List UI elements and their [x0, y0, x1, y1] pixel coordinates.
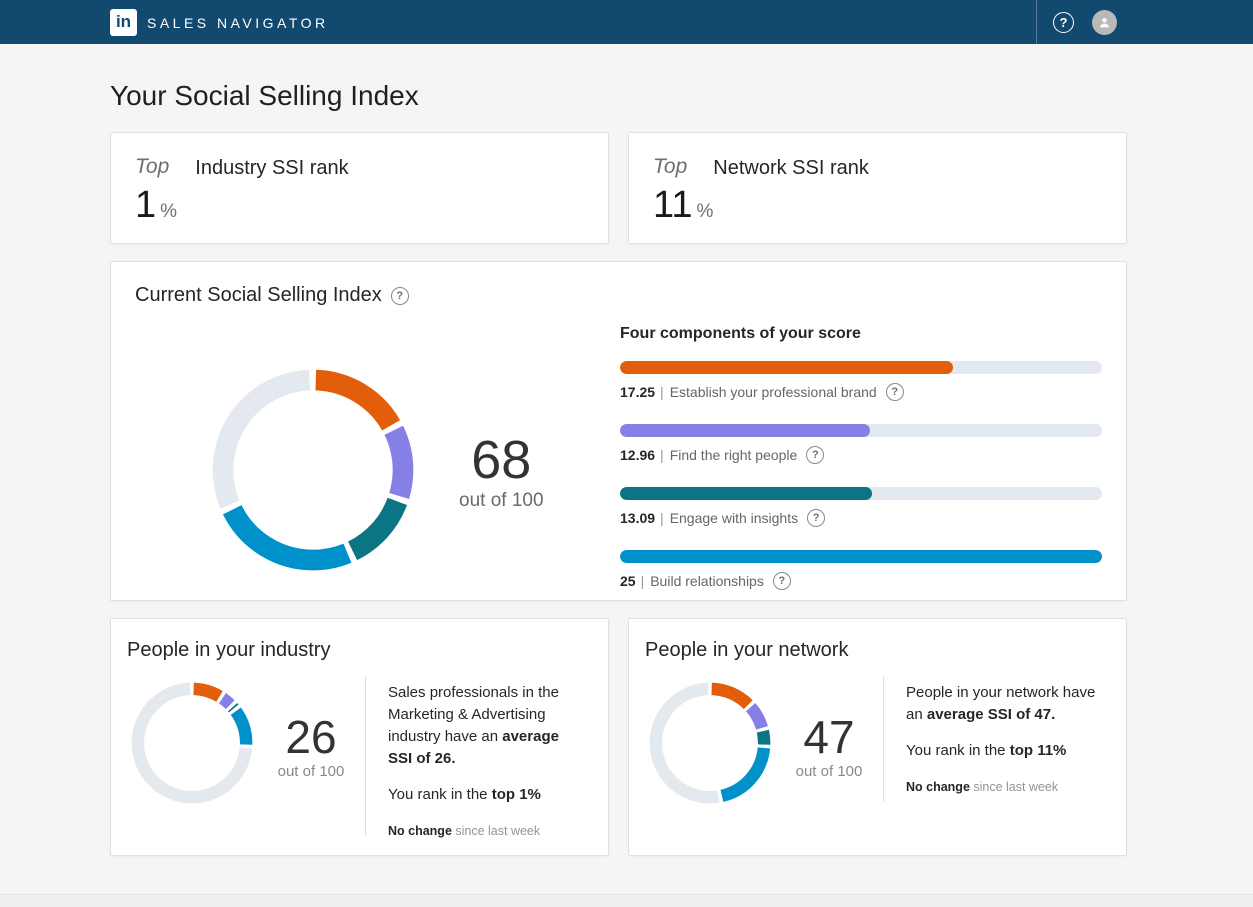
navbar-actions: ? — [1036, 0, 1253, 44]
component-value: 17.25 — [620, 384, 655, 400]
industry-card: People in your industry 26 out of 100 Sa… — [110, 618, 609, 856]
page-content: Your Social Selling Index Top Industry S… — [0, 44, 1253, 856]
network-rank-text: You rank in the — [906, 742, 1010, 759]
bar-track — [620, 361, 1102, 374]
top-label: Top — [135, 155, 169, 180]
current-ssi-title: Current Social Selling Index — [135, 284, 382, 307]
network-donut-chart — [645, 678, 775, 808]
score-components-section: Four components of your score 17.25 | Es… — [620, 311, 1102, 613]
industry-rank-title: Industry SSI rank — [195, 157, 584, 180]
ssi-score: 68 — [459, 432, 544, 489]
network-score: 47 — [775, 714, 883, 760]
component-label: Engage with insights — [670, 510, 798, 526]
footer-divider — [0, 894, 1253, 907]
industry-out-of-label: out of 100 — [257, 763, 365, 780]
help-glyph: ? — [1060, 15, 1068, 30]
bar-track — [620, 487, 1102, 500]
component-value: 12.96 — [620, 447, 655, 463]
help-icon[interactable]: ? — [773, 572, 791, 590]
avatar[interactable] — [1092, 10, 1117, 35]
industry-rank-text: You rank in the — [388, 786, 492, 803]
ssi-donut-chart — [205, 362, 421, 578]
industry-score: 26 — [257, 714, 365, 760]
current-ssi-card: Current Social Selling Index ? 68 out of… — [110, 261, 1127, 601]
component-label: Find the right people — [670, 447, 798, 463]
network-rank-unit: % — [696, 201, 713, 223]
component-people: 12.96 | Find the right people ? — [620, 424, 1102, 464]
person-icon — [1098, 16, 1111, 29]
help-icon[interactable]: ? — [806, 446, 824, 464]
network-card-title: People in your network — [645, 639, 848, 662]
help-icon[interactable]: ? — [391, 287, 409, 305]
bar-track — [620, 550, 1102, 563]
separator: | — [641, 573, 645, 589]
sales-navigator-logo[interactable]: in SALES NAVIGATOR — [110, 9, 329, 36]
bar-fill-insights — [620, 487, 872, 500]
network-out-of-label: out of 100 — [775, 763, 883, 780]
ssi-out-of-label: out of 100 — [459, 490, 544, 512]
linkedin-logo-icon: in — [110, 9, 137, 36]
components-title: Four components of your score — [620, 325, 1102, 343]
page-title: Your Social Selling Index — [110, 80, 1127, 112]
component-value: 13.09 — [620, 510, 655, 526]
help-icon[interactable]: ? — [1053, 12, 1074, 33]
component-value: 25 — [620, 573, 636, 589]
network-rank-card: Top Network SSI rank 11 % — [628, 132, 1127, 244]
help-glyph: ? — [778, 575, 785, 587]
bar-track — [620, 424, 1102, 437]
industry-change-bold: No change — [388, 824, 452, 838]
help-icon[interactable]: ? — [886, 383, 904, 401]
top-navbar: in SALES NAVIGATOR ? — [0, 0, 1253, 44]
separator: | — [660, 384, 664, 400]
help-icon[interactable]: ? — [807, 509, 825, 527]
industry-donut-chart — [127, 678, 257, 808]
help-glyph: ? — [813, 512, 820, 524]
component-relationships: 25 | Build relationships ? — [620, 550, 1102, 590]
network-change-rest: since last week — [970, 780, 1058, 794]
component-label: Build relationships — [650, 573, 764, 589]
industry-rank-bold: top 1% — [492, 786, 541, 803]
industry-card-title: People in your industry — [127, 639, 330, 662]
bar-fill-brand — [620, 361, 953, 374]
brand-name: SALES NAVIGATOR — [147, 15, 329, 31]
industry-change-rest: since last week — [452, 824, 540, 838]
industry-rank-card: Top Industry SSI rank 1 % — [110, 132, 609, 244]
industry-summary: Sales professionals in the Marketing & A… — [366, 674, 592, 842]
network-rank-value: 11 — [653, 184, 692, 227]
bar-fill-relationships — [620, 550, 1102, 563]
help-glyph: ? — [812, 449, 819, 461]
industry-rank-value: 1 — [135, 184, 156, 227]
top-label: Top — [653, 155, 687, 180]
help-glyph: ? — [396, 290, 403, 302]
component-brand: 17.25 | Establish your professional bran… — [620, 361, 1102, 401]
bar-fill-people — [620, 424, 870, 437]
network-summary: People in your network have an average S… — [884, 674, 1110, 808]
navbar-divider — [1036, 0, 1037, 44]
network-desc-bold: average SSI of 47. — [927, 706, 1055, 723]
network-rank-title: Network SSI rank — [713, 157, 1102, 180]
help-glyph: ? — [891, 386, 898, 398]
network-card: People in your network 47 out of 100 Peo… — [628, 618, 1127, 856]
network-rank-bold: top 11% — [1010, 742, 1067, 759]
industry-rank-unit: % — [160, 201, 177, 223]
component-insights: 13.09 | Engage with insights ? — [620, 487, 1102, 527]
linkedin-logo-text: in — [116, 12, 131, 32]
ssi-donut-section: 68 out of 100 — [135, 311, 620, 613]
component-label: Establish your professional brand — [670, 384, 877, 400]
separator: | — [660, 510, 664, 526]
comparison-cards-row: People in your industry 26 out of 100 Sa… — [110, 618, 1127, 856]
network-change-bold: No change — [906, 780, 970, 794]
rank-cards-row: Top Industry SSI rank 1 % Top Network SS… — [110, 132, 1127, 244]
separator: | — [660, 447, 664, 463]
